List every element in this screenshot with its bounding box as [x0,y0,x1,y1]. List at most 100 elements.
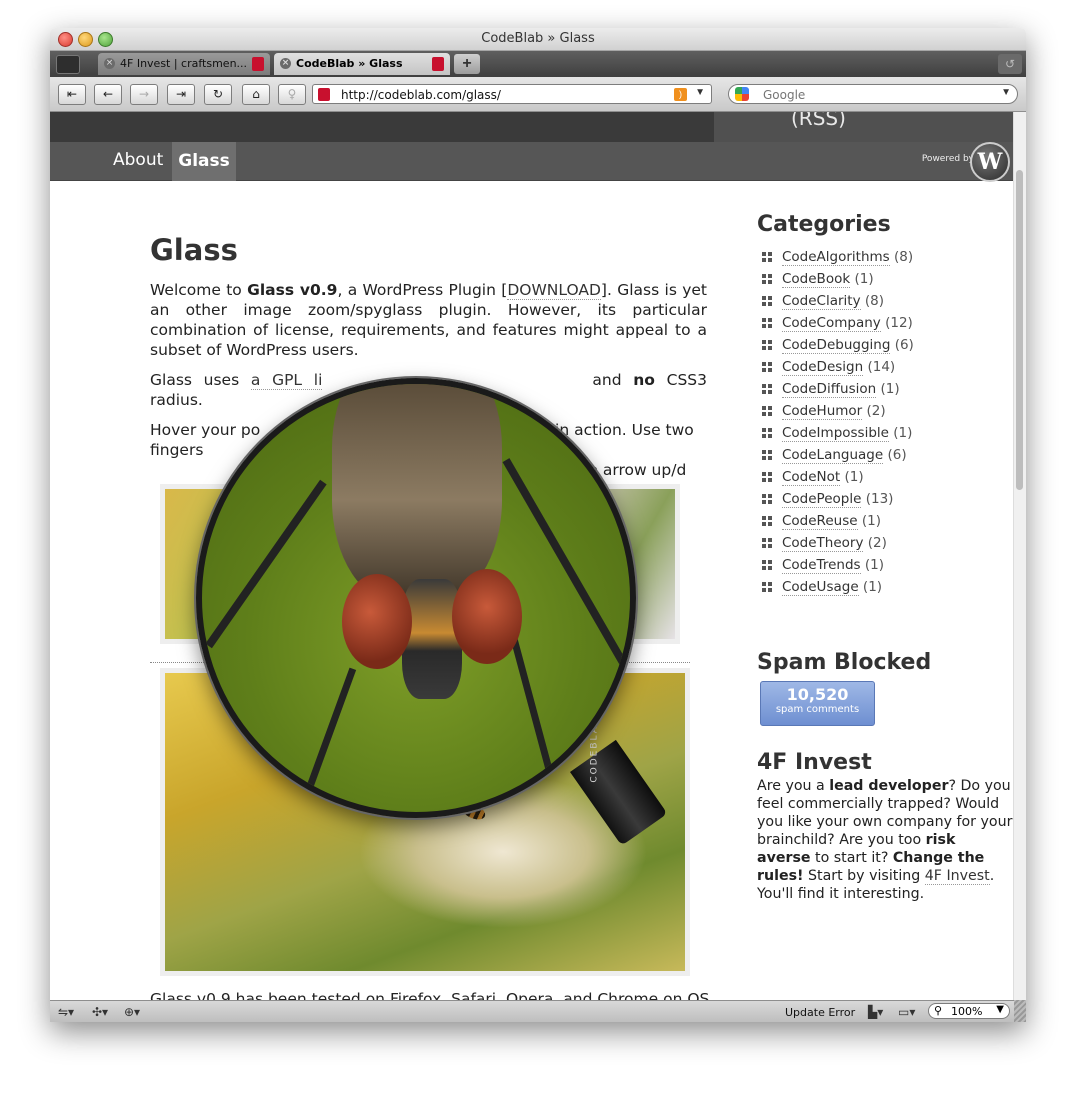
close-tab-icon[interactable]: × [280,58,291,69]
category-link[interactable]: CodeDesign [782,359,864,376]
reload-icon[interactable]: ↻ [204,84,232,105]
category-item[interactable]: CodeCompany (12) [757,312,1012,334]
new-tab-button[interactable]: + [454,54,480,74]
firefox-link[interactable]: Firefox [390,990,441,1000]
category-link[interactable]: CodeDebugging [782,337,891,354]
zoom-select[interactable]: ⚲ 100% ▼ [928,1003,1010,1019]
grid-icon [762,494,772,504]
safari-link[interactable]: Safari [451,990,496,1000]
category-item[interactable]: CodeHumor (2) [757,400,1012,422]
category-count: (12) [885,315,913,331]
category-link[interactable]: CodePeople [782,491,862,508]
category-item[interactable]: CodeNot (1) [757,466,1012,488]
magnifier-lens[interactable] [196,378,636,818]
text: , and [553,990,598,1000]
category-link[interactable]: CodeTrends [782,557,861,574]
category-item[interactable]: CodeImpossible (1) [757,422,1012,444]
forward-arrow-icon[interactable]: → [130,84,158,105]
category-count: (6) [894,337,914,353]
page-content: (RSS) About Glass Powered by W Glass Wel… [50,112,1014,1000]
sidebar: Categories CodeAlgorithms (8) CodeBook (1… [757,212,1012,598]
last-page-icon[interactable]: ⇥ [167,84,195,105]
bookmark-icon[interactable]: ♀ [278,84,306,105]
category-item[interactable]: CodeClarity (8) [757,290,1012,312]
search-input[interactable] [761,86,985,104]
fly-leg [510,635,561,803]
resize-handle[interactable] [1014,1000,1026,1022]
category-link[interactable]: CodeNot [782,469,841,486]
home-icon[interactable]: ⌂ [242,84,270,105]
osx-link[interactable]: OS X [687,990,710,1000]
download-link[interactable]: DOWNLOAD [507,281,601,300]
grid-icon [762,516,772,526]
address-bar[interactable]: ) ▼ [312,84,712,104]
category-item[interactable]: CodeUsage (1) [757,576,1012,598]
category-link[interactable]: CodeHumor [782,403,863,420]
search-bar[interactable]: ▼ [728,84,1018,104]
opera-link[interactable]: Opera [506,990,553,1000]
chevron-down-icon[interactable]: ▼ [1001,87,1011,98]
category-count: (6) [887,447,907,463]
first-page-icon[interactable]: ⇤ [58,84,86,105]
category-item[interactable]: CodeBook (1) [757,268,1012,290]
rss-icon[interactable]: ) [674,88,687,101]
category-count: (1) [862,579,883,595]
download-icon[interactable]: ▙▾ [868,1005,883,1019]
category-link[interactable]: CodeImpossible [782,425,889,442]
scrollbar-thumb[interactable] [1016,170,1023,490]
category-item[interactable]: CodeReuse (1) [757,510,1012,532]
close-tab-icon[interactable]: × [104,58,115,69]
category-link[interactable]: CodeTheory [782,535,864,552]
screen-icon[interactable]: ▭▾ [898,1005,915,1019]
nav-item-about[interactable]: About [113,150,163,170]
globe-icon[interactable]: ⊕▾ [124,1005,140,1019]
vertical-scrollbar[interactable] [1013,112,1026,1000]
category-item[interactable]: CodeTrends (1) [757,554,1012,576]
category-link[interactable]: CodeClarity [782,293,861,310]
category-item[interactable]: CodeDebugging (6) [757,334,1012,356]
puzzle-icon[interactable]: ✣▾ [92,1005,108,1019]
spam-counter-badge[interactable]: 10,520 spam comments [760,681,875,726]
grid-icon [762,274,772,284]
4f-invest-link[interactable]: 4F Invest [924,868,990,885]
category-item[interactable]: CodeAlgorithms (8) [757,246,1012,268]
favicon-icon [252,57,264,71]
tab-4f-invest[interactable]: × 4F Invest | craftsmen... [98,53,270,75]
category-item[interactable]: CodeLanguage (6) [757,444,1012,466]
category-count: (1) [861,513,881,529]
text: Hover your po [150,421,261,439]
grid-icon [762,450,772,460]
nav-item-glass[interactable]: Glass [172,142,236,181]
favicon-icon [432,57,444,71]
category-count: (2) [867,535,887,551]
sidebar-toggle-button[interactable] [56,55,80,74]
category-link[interactable]: CodeDiffusion [782,381,877,398]
category-item[interactable]: CodeTheory (2) [757,532,1012,554]
category-item[interactable]: CodeDiffusion (1) [757,378,1012,400]
tab-bar: × 4F Invest | craftsmen... × CodeBlab » … [50,51,1026,77]
category-item[interactable]: CodeDesign (14) [757,356,1012,378]
category-link[interactable]: CodeLanguage [782,447,884,464]
category-link[interactable]: CodeReuse [782,513,858,530]
rss-link[interactable]: (RSS) [791,112,846,130]
category-count: (8) [864,293,885,309]
category-link[interactable]: CodeCompany [782,315,881,332]
category-link[interactable]: CodeUsage [782,579,859,596]
tab-label: CodeBlab » Glass [296,57,403,70]
wordpress-logo-icon[interactable]: W [970,142,1010,182]
grid-icon [762,428,772,438]
tab-codeblab-glass[interactable]: × CodeBlab » Glass [274,53,450,75]
gpl-link[interactable]: a GPL li [250,371,323,390]
category-item[interactable]: CodePeople (13) [757,488,1012,510]
category-link[interactable]: CodeAlgorithms [782,249,890,266]
zoom-value: 100% [951,1005,983,1018]
chrome-link[interactable]: Chrome [597,990,658,1000]
back-arrow-icon[interactable]: ← [94,84,122,105]
text: , a WordPress Plugin [ [337,281,508,299]
arrows-icon[interactable]: ⇋▾ [58,1005,74,1019]
history-icon[interactable]: ↺ [998,54,1022,74]
url-input[interactable] [339,86,663,104]
chevron-down-icon[interactable]: ▼ [695,87,705,98]
category-link[interactable]: CodeBook [782,271,851,288]
powered-by-label: Powered by [921,154,974,164]
